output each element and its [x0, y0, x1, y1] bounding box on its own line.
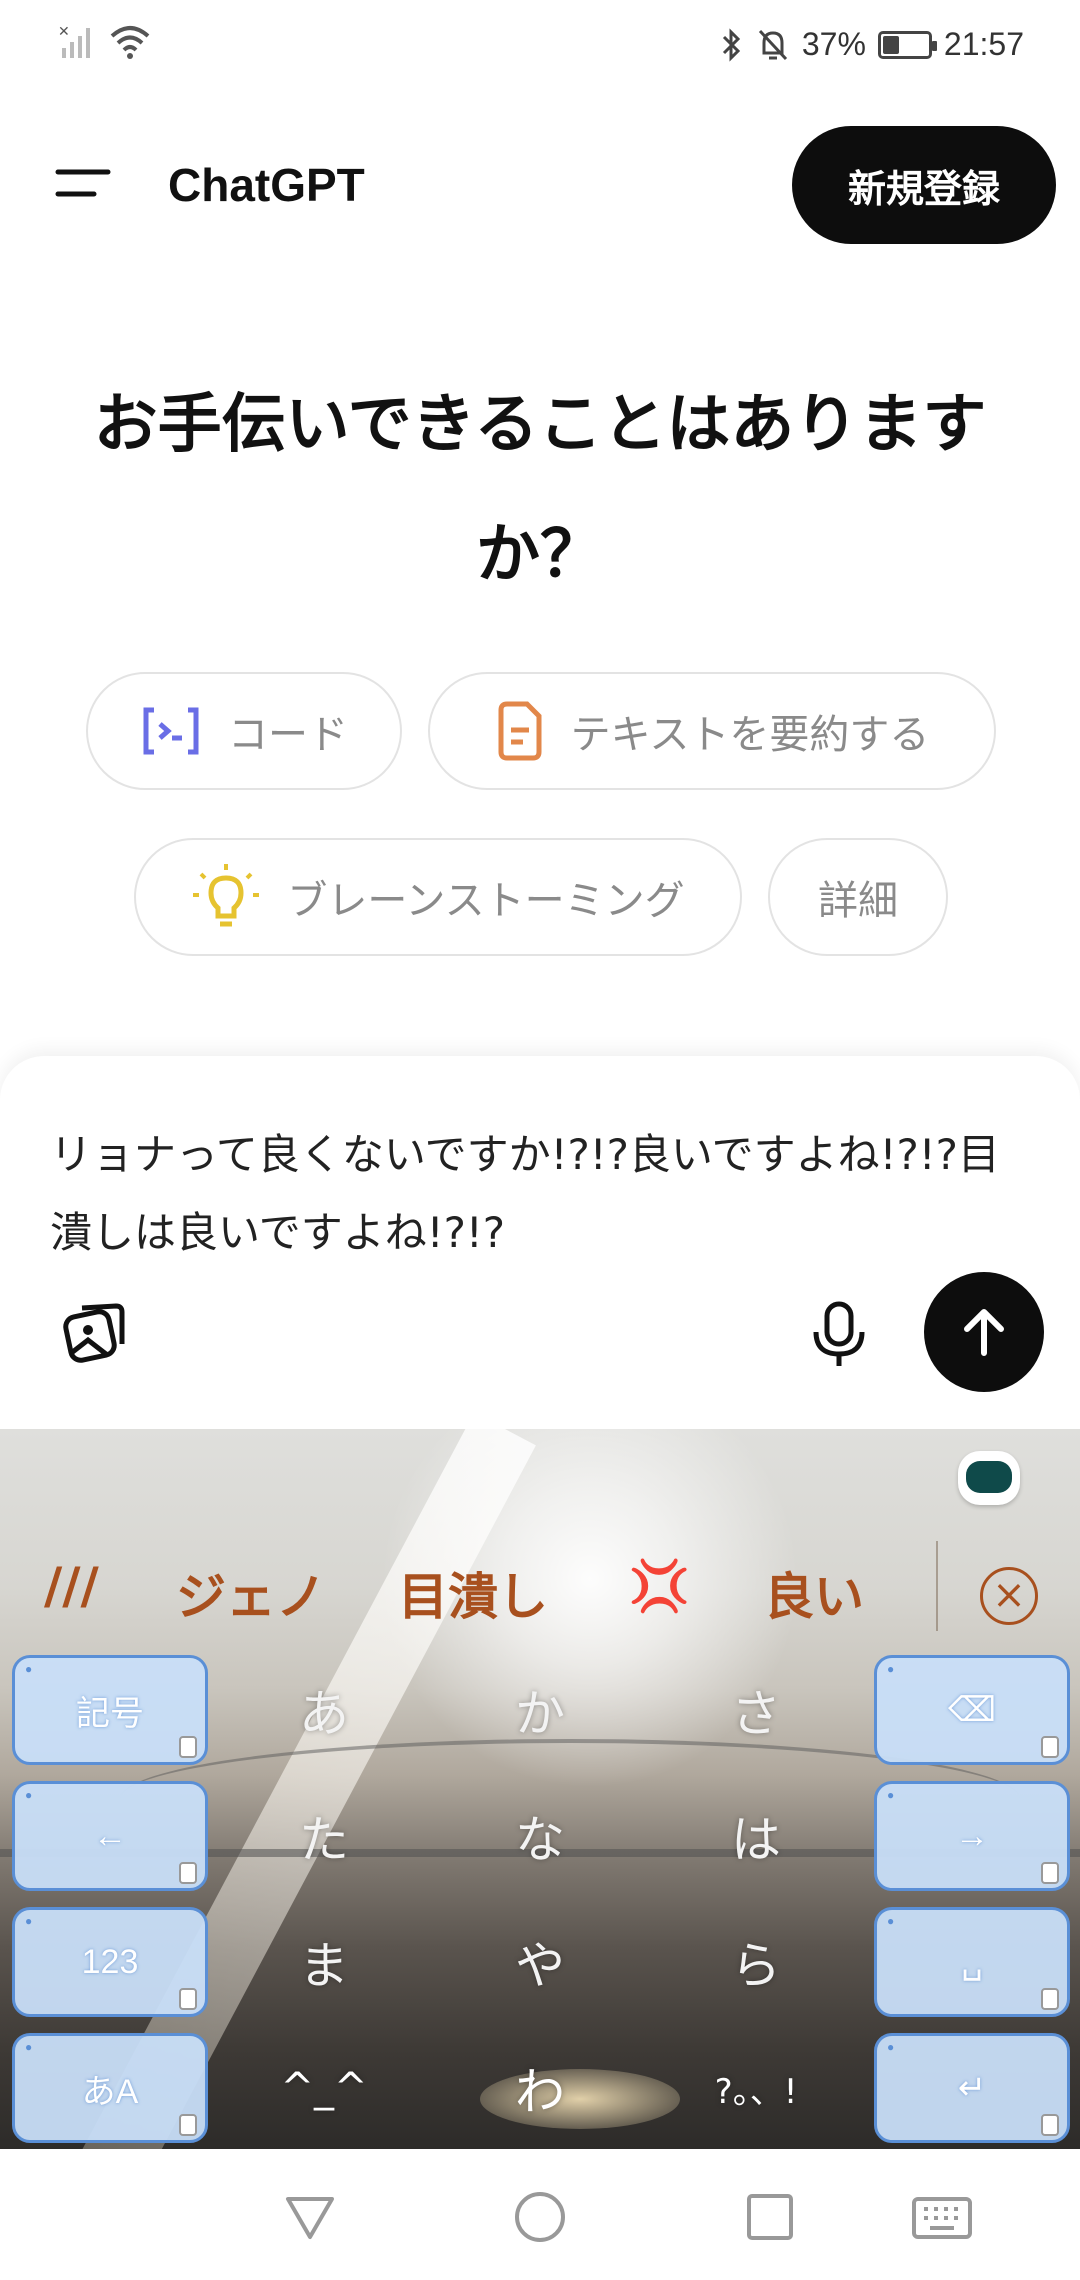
paw-icon: ●: [887, 2040, 895, 2054]
svg-text:✕: ✕: [58, 24, 70, 40]
suggestion-label: 詳細: [818, 878, 898, 924]
suggestion-label: コード: [228, 712, 348, 758]
candidate-item[interactable]: 💢: [628, 1557, 690, 1616]
paw-icon: ●: [887, 1662, 895, 1676]
menu-icon[interactable]: [48, 158, 118, 208]
key-sa[interactable]: さ: [656, 1655, 856, 1765]
key-na[interactable]: な: [440, 1781, 640, 1891]
key-numbers[interactable]: ● 123: [12, 1907, 208, 2017]
suggestion-chip-brainstorm[interactable]: ブレーンストーミング: [134, 838, 742, 956]
key-punctuation[interactable]: ?。、!: [656, 2033, 856, 2143]
paw-icon: ●: [887, 1788, 895, 1802]
candidate-item[interactable]: ///: [44, 1557, 99, 1615]
key-space[interactable]: ● ␣: [874, 1907, 1070, 2017]
battery-icon: [877, 30, 937, 59]
image-attach-icon[interactable]: [58, 1296, 130, 1368]
key-label: ←: [93, 1816, 127, 1855]
app-header: ChatGPT 新規登録: [0, 120, 1080, 250]
key-symbols[interactable]: ● 記号: [12, 1655, 208, 1765]
back-icon[interactable]: [280, 2187, 340, 2247]
mute-icon: [758, 29, 787, 60]
suggestion-chip-more[interactable]: 詳細: [768, 838, 948, 956]
key-ta[interactable]: た: [224, 1781, 424, 1891]
suggestion-chip-summarize[interactable]: テキストを要約する: [428, 672, 996, 790]
paw-icon: ●: [25, 1914, 33, 1928]
paw-icon: ●: [887, 1914, 895, 1928]
keyboard-icon[interactable]: [910, 2187, 974, 2247]
system-nav-bar: [0, 2149, 1080, 2280]
paw-icon: ●: [25, 2040, 33, 2054]
wifi-icon: [110, 26, 150, 59]
battery-percent: 37%: [801, 26, 866, 62]
document-icon: [498, 701, 542, 761]
key-ra[interactable]: ら: [656, 1907, 856, 2017]
enter-icon: ↵: [957, 2069, 987, 2107]
arrow-up-icon: [964, 1309, 1004, 1356]
cat-icon: [1041, 1862, 1059, 1884]
code-icon: [143, 707, 199, 755]
greeting-heading: お手伝いできることはありますか？: [93, 388, 987, 592]
key-ya[interactable]: や: [440, 1907, 640, 2017]
home-icon[interactable]: [510, 2187, 570, 2247]
cat-icon: [179, 1862, 197, 1884]
cat-icon: [179, 1736, 197, 1758]
key-cursor-right[interactable]: ● →: [874, 1781, 1070, 1891]
send-button[interactable]: [924, 1272, 1044, 1392]
key-wa[interactable]: わ: [440, 2033, 640, 2143]
close-candidates-icon[interactable]: ×: [980, 1567, 1038, 1625]
candidate-item[interactable]: 目潰し: [398, 1557, 548, 1629]
bluetooth-icon: [722, 27, 740, 62]
candidate-separator: [936, 1541, 938, 1631]
cat-icon: [1041, 1736, 1059, 1758]
recents-icon[interactable]: [740, 2187, 800, 2247]
key-label: →: [955, 1816, 989, 1855]
backspace-icon: ⌫: [947, 1691, 997, 1729]
key-ma[interactable]: ま: [224, 1907, 424, 2017]
cat-icon: [1041, 2114, 1059, 2136]
lightbulb-icon: [193, 864, 260, 927]
suggestion-chip-code[interactable]: コード: [86, 672, 402, 790]
cat-icon: [1041, 1988, 1059, 2010]
key-label: 記号: [76, 1694, 144, 1733]
candidate-item[interactable]: 良い: [764, 1557, 864, 1629]
cat-icon: [179, 2114, 197, 2136]
signup-button[interactable]: 新規登録: [792, 126, 1056, 244]
suggestion-label: テキストを要約する: [570, 712, 930, 758]
keyboard-assistant-icon[interactable]: [958, 1451, 1020, 1505]
key-ka[interactable]: か: [440, 1655, 640, 1765]
suggestion-label: ブレーンストーミング: [287, 878, 685, 924]
status-bar: ✕ 37% 21:57: [0, 0, 1080, 90]
paw-icon: ●: [25, 1788, 33, 1802]
key-label: 123: [81, 1942, 139, 1981]
key-enter[interactable]: ● ↵: [874, 2033, 1070, 2143]
cat-icon: [179, 1988, 197, 2010]
key-emoticon[interactable]: ^_^: [224, 2033, 424, 2143]
software-keyboard: /// ジェノ 目潰し 💢 良い × ● 記号 ● ← ● 123 ● あA ●…: [0, 1429, 1080, 2149]
key-backspace[interactable]: ● ⌫: [874, 1655, 1070, 1765]
paw-icon: ●: [25, 1662, 33, 1676]
candidate-item[interactable]: ジェノ: [176, 1557, 326, 1629]
message-composer: リョナって良くないですか!?!?良いですよね!?!?目潰しは良いですよね!?!?: [0, 1056, 1080, 1431]
no-signal-icon: ✕: [58, 24, 90, 58]
key-cursor-left[interactable]: ● ←: [12, 1781, 208, 1891]
clock: 21:57: [943, 26, 1024, 62]
key-a[interactable]: あ: [224, 1655, 424, 1765]
space-icon: ␣: [961, 1943, 983, 1981]
key-label: あA: [81, 2072, 139, 2111]
message-input[interactable]: リョナって良くないですか!?!?良いですよね!?!?目潰しは良いですよね!?!?: [50, 1116, 1010, 1272]
key-input-mode[interactable]: ● あA: [12, 2033, 208, 2143]
microphone-icon[interactable]: [808, 1300, 870, 1370]
app-title: ChatGPT: [168, 159, 365, 211]
key-ha[interactable]: は: [656, 1781, 856, 1891]
